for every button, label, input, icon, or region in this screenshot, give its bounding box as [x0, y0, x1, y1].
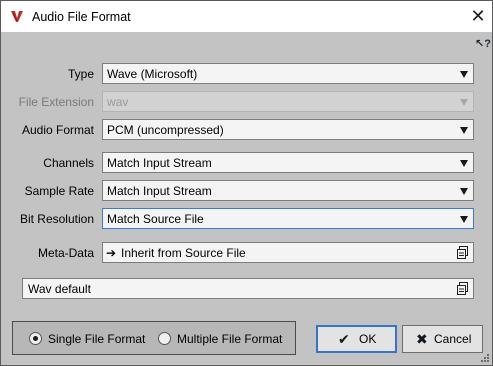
close-icon[interactable]: ✕: [470, 6, 485, 26]
checkmark-icon: ✔: [338, 331, 350, 347]
sample-rate-label: Sample Rate: [24, 184, 94, 198]
bit-resolution-label: Bit Resolution: [19, 212, 94, 226]
bit-resolution-value: Match Source File: [107, 212, 204, 226]
channels-value: Match Input Stream: [107, 156, 212, 170]
meta-data-label: Meta-Data: [37, 246, 94, 260]
app-logo-icon: [11, 11, 23, 22]
audio-format-label: Audio Format: [21, 123, 94, 137]
file-extension-label: File Extension: [18, 95, 94, 109]
cancel-button[interactable]: ✖ Cancel: [402, 325, 483, 353]
channels-label: Channels: [43, 156, 94, 170]
ok-button[interactable]: ✔ OK: [316, 325, 397, 353]
sample-rate-dropdown[interactable]: Match Input Stream: [102, 180, 474, 201]
x-icon: ✖: [416, 331, 428, 347]
title-bar: Audio File Format ✕: [1, 1, 492, 32]
format-mode-group: Single File Format Multiple File Format: [12, 321, 296, 355]
audio-format-dropdown[interactable]: PCM (uncompressed): [102, 119, 474, 140]
dropdown-arrow-icon[interactable]: [460, 71, 468, 78]
file-extension-value: wav: [107, 95, 129, 109]
meta-data-value: Inherit from Source File: [121, 246, 246, 260]
dropdown-arrow-icon[interactable]: [460, 188, 468, 195]
bit-resolution-dropdown[interactable]: Match Source File: [102, 208, 474, 229]
channels-dropdown[interactable]: Match Input Stream: [102, 152, 474, 173]
meta-data-field[interactable]: ➔ Inherit from Source File: [102, 242, 474, 263]
preset-field[interactable]: Wav default: [22, 278, 474, 299]
audio-file-format-dialog: Audio File Format ✕ ↖? Type Wave (Micros…: [0, 0, 493, 366]
dropdown-arrow-icon[interactable]: [460, 160, 468, 167]
sample-rate-value: Match Input Stream: [107, 184, 212, 198]
window-title: Audio File Format: [32, 10, 131, 24]
preset-value: Wav default: [28, 282, 91, 296]
copy-document-icon[interactable]: [457, 282, 468, 295]
arrow-right-icon: ➔: [106, 246, 117, 260]
audio-format-value: PCM (uncompressed): [107, 123, 224, 137]
type-value: Wave (Microsoft): [107, 67, 198, 81]
single-file-format-radio[interactable]: [29, 332, 42, 345]
type-label: Type: [67, 67, 94, 81]
radio-selected-dot: [33, 336, 38, 341]
resize-grip-icon[interactable]: [481, 354, 489, 362]
help-cursor-icon[interactable]: ↖?: [475, 37, 491, 50]
close-button[interactable]: ✕: [466, 5, 490, 27]
dropdown-arrow-icon[interactable]: [460, 127, 468, 134]
file-extension-dropdown: wav: [102, 91, 474, 112]
multiple-file-format-radio[interactable]: [158, 332, 171, 345]
single-file-format-label[interactable]: Single File Format: [48, 332, 145, 346]
dropdown-arrow-icon: [460, 99, 468, 106]
copy-document-icon[interactable]: [457, 246, 468, 259]
cancel-button-label: Cancel: [434, 332, 472, 346]
multiple-file-format-label[interactable]: Multiple File Format: [177, 332, 282, 346]
ok-button-label: OK: [359, 332, 377, 346]
type-dropdown[interactable]: Wave (Microsoft): [102, 63, 474, 84]
dropdown-arrow-icon[interactable]: [460, 216, 468, 223]
